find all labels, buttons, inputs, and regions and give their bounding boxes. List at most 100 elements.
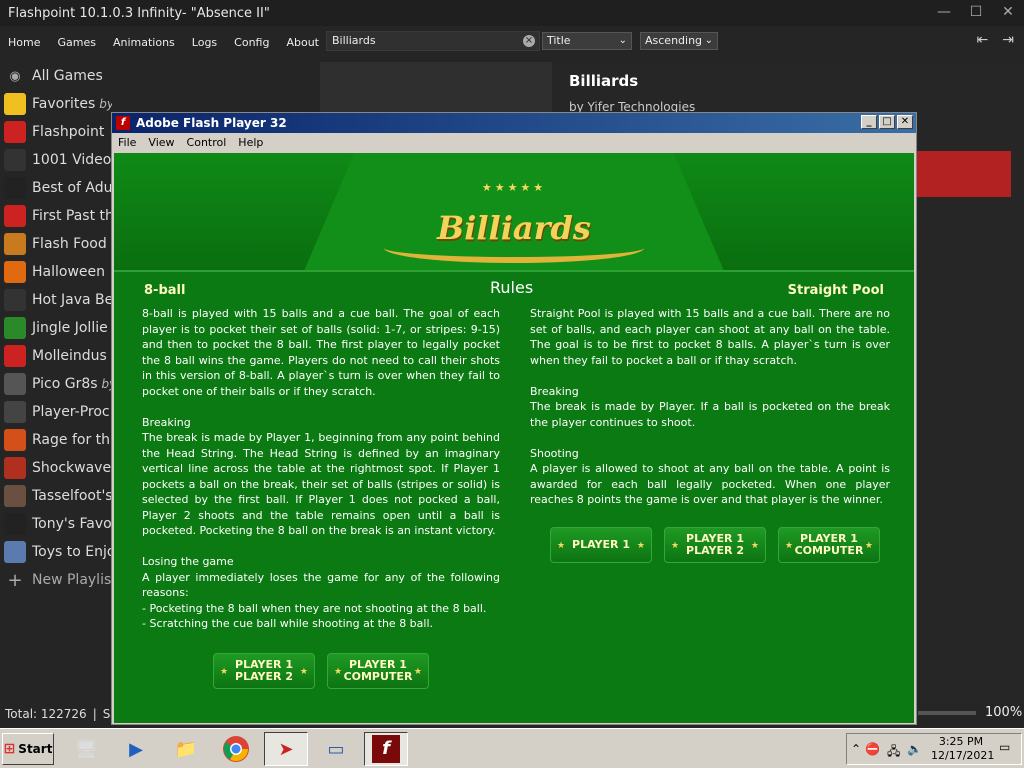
play-button[interactable] [914, 151, 1011, 197]
flash-player-taskbar-icon[interactable]: f [364, 732, 408, 766]
chevron-down-icon: ⌄ [704, 35, 713, 46]
toggle-right-pane-icon[interactable]: ⇥ [1002, 32, 1014, 48]
chevron-down-icon: ⌄ [618, 35, 627, 46]
menu-control[interactable]: Control [187, 136, 227, 149]
notification-icon[interactable]: ▭ [999, 740, 1010, 754]
window-title: Flashpoint 10.1.0.3 Infinity- "Absence I… [8, 5, 270, 21]
start-button[interactable]: ⊞ Start [2, 733, 54, 765]
button-line-1: PLAYER 1 [572, 538, 630, 551]
sidebar-item-playlist[interactable]: 1001 Video [0, 146, 112, 174]
file-explorer-icon[interactable]: 📁 [164, 732, 208, 766]
menu-file[interactable]: File [118, 136, 136, 149]
nav-config[interactable]: Config [230, 36, 278, 49]
sidebar-item-author: by You! [99, 97, 112, 111]
sidebar-item-label: All Games [32, 68, 103, 84]
flash-window-controls: _ □ ✕ [861, 115, 913, 129]
sidebar-item-playlist[interactable]: First Past th [0, 202, 112, 230]
sidebar-all-games[interactable]: ◉ All Games [0, 62, 112, 90]
fire-icon [4, 429, 26, 451]
shockwave-icon [4, 457, 26, 479]
clear-search-icon[interactable]: × [523, 35, 535, 47]
show-hidden-icons-icon[interactable]: ⌃ [851, 742, 861, 756]
sidebar-item-playlist[interactable]: Halloween [0, 258, 112, 286]
nav-games[interactable]: Games [53, 36, 104, 49]
nav-animations[interactable]: Animations [109, 36, 184, 49]
minimize-button[interactable]: — [928, 0, 960, 26]
straight-pool-heading: Straight Pool [787, 283, 884, 298]
chrome-icon[interactable] [214, 732, 258, 766]
straight-pool-rules: Straight Pool is played with 15 balls an… [530, 306, 890, 523]
window-app-icon[interactable]: ▭ [314, 732, 358, 766]
nav-about[interactable]: About [282, 36, 328, 49]
sort-order-select[interactable]: Ascending ⌄ [640, 32, 718, 50]
window-controls: — ☐ ✕ [928, 0, 1024, 26]
zoom-slider[interactable] [918, 711, 976, 715]
game-mode-button[interactable]: ★ PLAYER 1 COMPUTER ★ [778, 527, 880, 563]
sort-order-value: Ascending [645, 34, 703, 47]
game-mode-button[interactable]: ★ PLAYER 1 COMPUTER ★ [327, 653, 429, 689]
game-mode-button[interactable]: ★ PLAYER 1 PLAYER 2 ★ [213, 653, 315, 689]
sort-field-select[interactable]: Title ⌄ [542, 32, 632, 50]
flash-window-title: Adobe Flash Player 32 [136, 116, 287, 130]
sidebar-item-playlist[interactable]: Player-Proc [0, 398, 112, 426]
clock[interactable]: 3:25 PM 12/17/2021 [931, 735, 994, 763]
sidebar-item-label: Toys to Enjo [32, 544, 112, 560]
rules-paragraph: Shooting A player is allowed to shoot at… [530, 446, 890, 507]
flash-titlebar: f Adobe Flash Player 32 _ □ ✕ [112, 113, 916, 133]
sidebar-item-playlist[interactable]: Flashpoint [0, 118, 112, 146]
sidebar-item-playlist[interactable]: Tony's Favo [0, 510, 112, 538]
sidebar: ◉ All Games Favoritesby You! Flashpoint 10… [0, 62, 112, 602]
network-icon[interactable]: 🖧 [887, 742, 900, 763]
sort-field-value: Title [547, 34, 571, 47]
sidebar-item-playlist[interactable]: Flash Food [0, 230, 112, 258]
flash-close-button[interactable]: ✕ [897, 115, 913, 129]
sidebar-item-label: Best of Adu [32, 180, 112, 196]
sidebar-item-playlist[interactable]: Rage for th [0, 426, 112, 454]
flash-menubar: File View Control Help [112, 133, 916, 152]
flashpoint-taskbar-icon[interactable]: ➤ [264, 732, 308, 766]
sidebar-item-playlist[interactable]: Toys to Enjo [0, 538, 112, 566]
flash-f-icon: f [372, 735, 400, 763]
sidebar-item-playlist[interactable]: Molleindus [0, 342, 112, 370]
flash-icon: f [116, 116, 130, 130]
nav-logs[interactable]: Logs [188, 36, 226, 49]
windows-logo-icon: ⊞ [3, 741, 16, 757]
server-manager-icon[interactable]: 🖥 [64, 732, 108, 766]
star-icon: ★ [413, 667, 422, 677]
rules-paragraph: Breaking The break is made by Player. If… [530, 384, 890, 429]
sidebar-item-label: First Past th [32, 208, 112, 224]
menu-view[interactable]: View [148, 136, 174, 149]
game-list-pane [320, 62, 552, 112]
security-alert-icon[interactable]: ⛔ [865, 742, 880, 756]
game-stage[interactable]: ★★★★★ Billiards 8-ball Rules Straight Po… [114, 153, 914, 723]
sidebar-new-playlist[interactable]: + New Playlis [0, 566, 112, 594]
toggle-left-pane-icon[interactable]: ⇤ [977, 32, 989, 48]
sidebar-item-playlist[interactable]: Favoritesby You! [0, 90, 112, 118]
maximize-button[interactable]: ☐ [960, 0, 992, 26]
search-input[interactable]: Billiards × [326, 31, 540, 51]
flash-minimize-button[interactable]: _ [861, 115, 877, 129]
sidebar-item-playlist[interactable]: Hot Java Be [0, 286, 112, 314]
star-icon: ★ [220, 667, 229, 677]
sidebar-item-playlist[interactable]: Tasselfoot's [0, 482, 112, 510]
menu-help[interactable]: Help [238, 136, 263, 149]
star-icon: ★ [864, 541, 873, 551]
volume-icon[interactable]: 🔈 [907, 742, 922, 756]
sidebar-item-label: Jingle Jollie [32, 320, 108, 336]
nav-home[interactable]: Home [4, 36, 49, 49]
powershell-icon[interactable]: ▶ [114, 732, 158, 766]
sidebar-item-playlist[interactable]: Pico Gr8sby [0, 370, 112, 398]
flash-maximize-button[interactable]: □ [879, 115, 895, 129]
star-icon: ★ [299, 667, 308, 677]
star-icon: ★ [671, 541, 680, 551]
sidebar-item-playlist[interactable]: Shockwave [0, 454, 112, 482]
game-mode-button[interactable]: ★ PLAYER 1 PLAYER 2 ★ [664, 527, 766, 563]
close-button[interactable]: ✕ [992, 0, 1024, 26]
sidebar-item-playlist[interactable]: Best of Adu [0, 174, 112, 202]
rules-heading: Rules [490, 278, 534, 297]
sidebar-item-playlist[interactable]: Jingle Jollie [0, 314, 112, 342]
number-one-icon [4, 205, 26, 227]
star-icon: ★ [750, 541, 759, 551]
game-mode-button[interactable]: ★ PLAYER 1 ★ [550, 527, 652, 563]
plus-icon: + [7, 569, 23, 591]
